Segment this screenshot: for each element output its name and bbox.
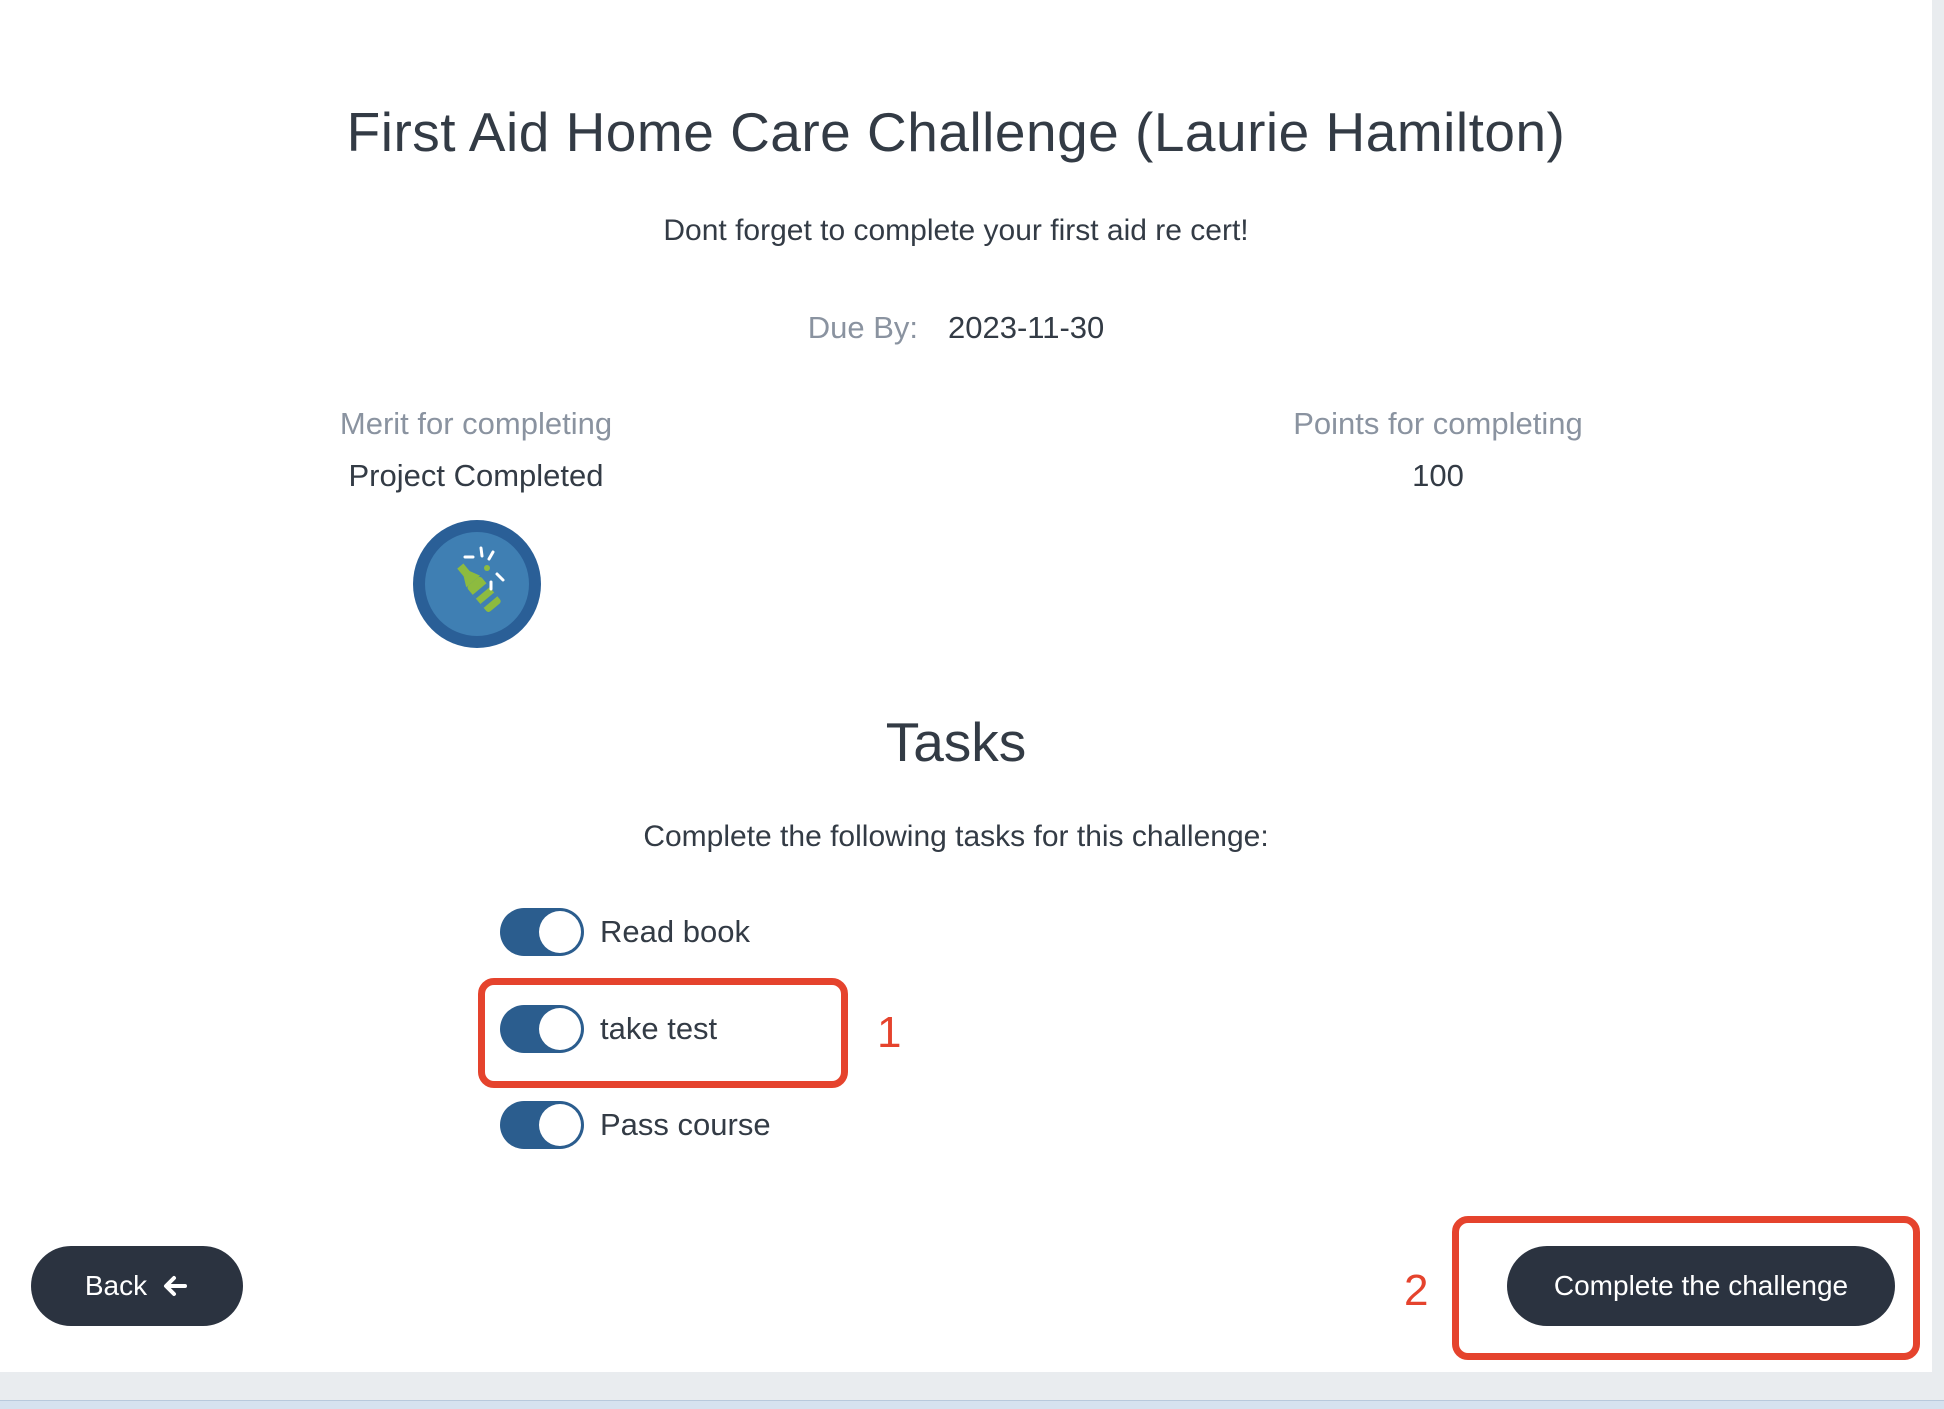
task-toggle[interactable] — [500, 1101, 584, 1149]
due-date-row: Due By: 2023-11-30 — [0, 310, 1912, 346]
complete-challenge-button[interactable]: Complete the challenge — [1507, 1246, 1895, 1326]
arrow-left-icon — [161, 1272, 189, 1300]
annotation-step-2: 2 — [1404, 1266, 1429, 1315]
champagne-bottle-icon — [425, 532, 529, 636]
bottom-strip — [0, 1372, 1944, 1409]
points-section: Points for completing 100 — [1238, 406, 1638, 494]
challenge-page: First Aid Home Care Challenge (Laurie Ha… — [0, 0, 1932, 1372]
due-date-value: 2023-11-30 — [948, 310, 1105, 345]
page-title: First Aid Home Care Challenge (Laurie Ha… — [346, 101, 1566, 163]
challenge-description: Dont forget to complete your first aid r… — [663, 214, 1249, 247]
highlight-box-task — [478, 978, 848, 1088]
task-item: Pass course — [500, 1100, 771, 1150]
toggle-knob — [539, 1104, 581, 1146]
points-label: Points for completing — [1293, 406, 1583, 441]
merit-section: Merit for completing Project Completed — [276, 406, 676, 494]
task-label: Pass course — [600, 1107, 771, 1142]
annotation-step-1: 1 — [877, 1008, 902, 1057]
merit-label: Merit for completing — [339, 406, 613, 441]
back-button-label: Back — [84, 1270, 148, 1301]
task-label: Read book — [600, 914, 750, 949]
due-date-label: Due By: — [807, 310, 918, 345]
tasks-heading: Tasks — [885, 711, 1027, 773]
merit-badge — [413, 520, 541, 648]
vertical-scrollbar[interactable] — [1932, 0, 1944, 1372]
tasks-intro: Complete the following tasks for this ch… — [643, 820, 1269, 853]
back-button[interactable]: Back — [31, 1246, 243, 1326]
points-value: 100 — [1412, 458, 1464, 493]
toggle-knob — [539, 911, 581, 953]
merit-value: Project Completed — [348, 458, 604, 493]
task-toggle[interactable] — [500, 908, 584, 956]
task-item: Read book — [500, 907, 750, 957]
